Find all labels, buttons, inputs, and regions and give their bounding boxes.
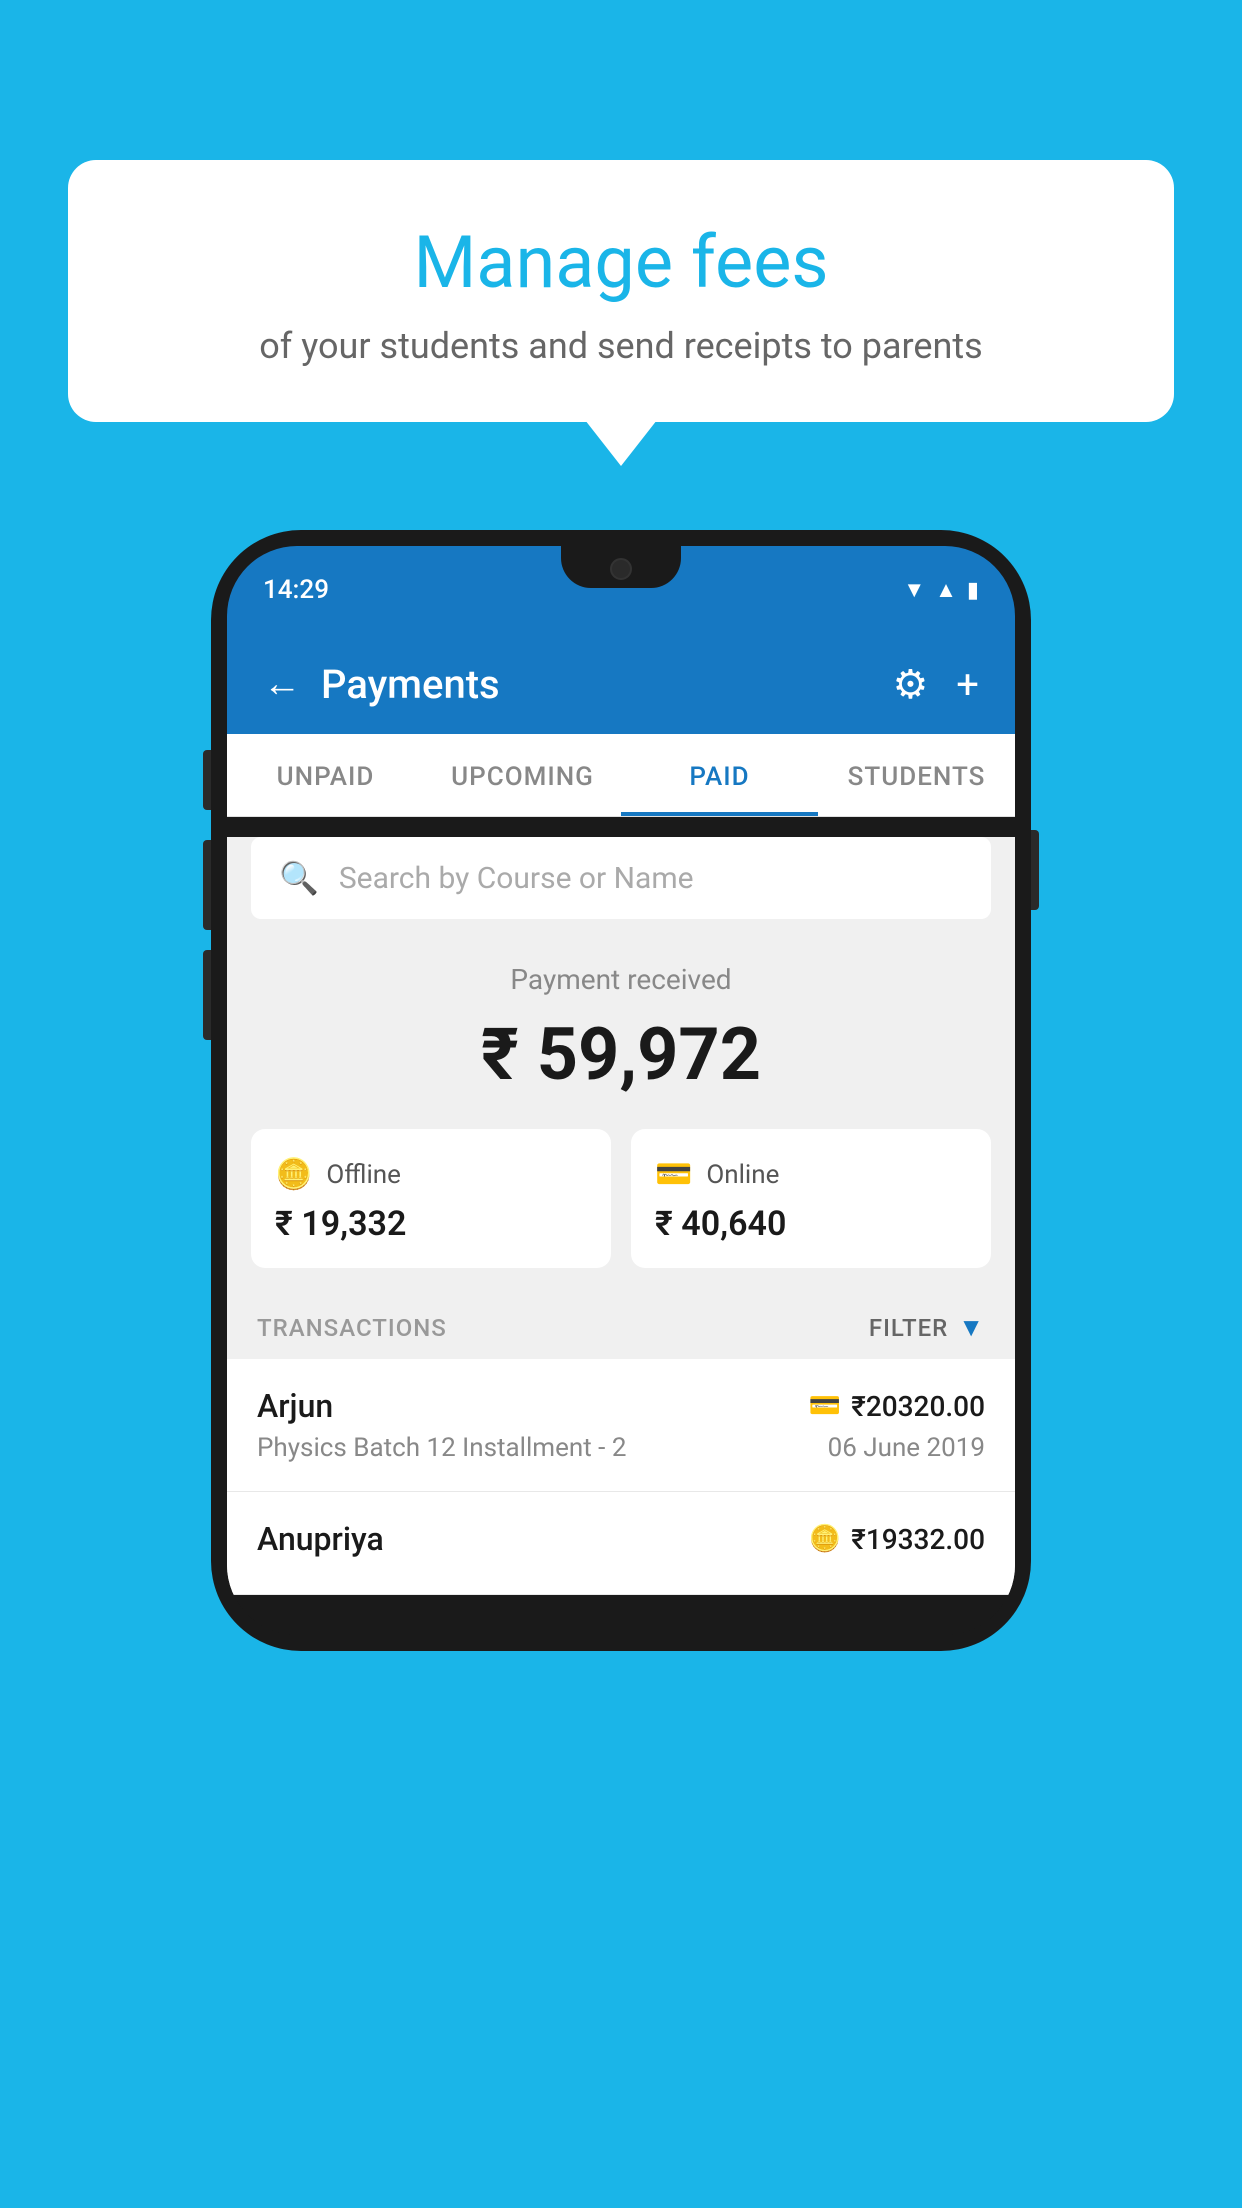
signal-icon: ▲ (935, 577, 957, 603)
tab-unpaid[interactable]: UNPAID (227, 734, 424, 816)
status-bar: 14:29 ▼ ▲ ▮ (227, 546, 1015, 634)
phone-bottom-bar (227, 1595, 1015, 1635)
offline-card: 🪙 Offline ₹ 19,332 (251, 1129, 611, 1268)
transaction-course: Physics Batch 12 Installment - 2 (257, 1433, 626, 1463)
transaction-amount: ₹19332.00 (851, 1523, 985, 1556)
offline-amount: ₹ 19,332 (275, 1204, 587, 1244)
payment-amount: ₹ 59,972 (251, 1012, 991, 1097)
transaction-row-top: Arjun 💳 ₹20320.00 (257, 1387, 985, 1425)
settings-icon[interactable]: ⚙ (892, 661, 928, 708)
transaction-amount: ₹20320.00 (851, 1390, 985, 1423)
phone-device: 14:29 ▼ ▲ ▮ ← Payments (211, 530, 1031, 1651)
phone-notch (561, 546, 681, 588)
offline-icon: 🪙 (275, 1157, 312, 1192)
header-left: ← Payments (263, 661, 500, 708)
volume-up-button (203, 750, 211, 810)
tabs-container: UNPAID UPCOMING PAID STUDENTS (227, 734, 1015, 817)
header-right: ⚙ + (892, 661, 979, 708)
phone-frame: 14:29 ▼ ▲ ▮ ← Payments (211, 530, 1031, 1651)
silent-button (203, 950, 211, 1040)
offline-card-header: 🪙 Offline (275, 1157, 587, 1192)
bubble-subtitle: of your students and send receipts to pa… (128, 325, 1114, 367)
back-button[interactable]: ← (263, 662, 301, 706)
search-placeholder: Search by Course or Name (339, 861, 694, 896)
phone-screen: 14:29 ▼ ▲ ▮ ← Payments (227, 546, 1015, 1635)
status-icons: ▼ ▲ ▮ (903, 577, 979, 603)
header-title: Payments (321, 661, 500, 708)
payment-received-label: Payment received (251, 963, 991, 996)
online-card-header: 💳 Online (655, 1157, 967, 1192)
offline-pay-icon: 🪙 (809, 1524, 841, 1554)
status-time: 14:29 (263, 575, 329, 605)
speech-bubble-container: Manage fees of your students and send re… (68, 160, 1174, 422)
table-row[interactable]: Arjun 💳 ₹20320.00 Physics Batch 12 Insta… (227, 1359, 1015, 1492)
app-content: 🔍 Search by Course or Name Payment recei… (227, 837, 1015, 1595)
filter-icon: ▼ (958, 1312, 985, 1343)
bubble-title: Manage fees (128, 220, 1114, 305)
filter-label: FILTER (869, 1314, 948, 1342)
power-button (1031, 830, 1039, 910)
transactions-header: TRANSACTIONS FILTER ▼ (227, 1292, 1015, 1359)
battery-icon: ▮ (967, 578, 979, 603)
transaction-row-bottom: Physics Batch 12 Installment - 2 06 June… (257, 1433, 985, 1463)
table-row[interactable]: Anupriya 🪙 ₹19332.00 (227, 1492, 1015, 1595)
transaction-amount-wrap: 🪙 ₹19332.00 (809, 1523, 985, 1556)
transaction-name: Arjun (257, 1387, 333, 1425)
tab-upcoming[interactable]: UPCOMING (424, 734, 621, 816)
payment-received-section: Payment received ₹ 59,972 (227, 919, 1015, 1129)
transaction-name: Anupriya (257, 1520, 384, 1558)
search-icon: 🔍 (279, 859, 319, 897)
online-card: 💳 Online ₹ 40,640 (631, 1129, 991, 1268)
filter-button[interactable]: FILTER ▼ (869, 1312, 985, 1343)
speech-bubble: Manage fees of your students and send re… (68, 160, 1174, 422)
card-icon: 💳 (809, 1391, 841, 1421)
offline-label: Offline (326, 1160, 401, 1190)
online-icon: 💳 (655, 1157, 692, 1192)
online-label: Online (706, 1160, 779, 1190)
tab-students[interactable]: STUDENTS (818, 734, 1015, 816)
payment-cards: 🪙 Offline ₹ 19,332 💳 Online ₹ 40,640 (227, 1129, 1015, 1292)
online-amount: ₹ 40,640 (655, 1204, 967, 1244)
transactions-label: TRANSACTIONS (257, 1314, 447, 1342)
tab-paid[interactable]: PAID (621, 734, 818, 816)
transaction-amount-wrap: 💳 ₹20320.00 (809, 1390, 985, 1423)
app-header: ← Payments ⚙ + (227, 634, 1015, 734)
transaction-date: 06 June 2019 (828, 1433, 985, 1463)
front-camera (610, 558, 632, 580)
add-icon[interactable]: + (956, 661, 979, 708)
transaction-row-top: Anupriya 🪙 ₹19332.00 (257, 1520, 985, 1558)
wifi-icon: ▼ (903, 577, 925, 603)
search-bar[interactable]: 🔍 Search by Course or Name (251, 837, 991, 919)
volume-down-button (203, 840, 211, 930)
